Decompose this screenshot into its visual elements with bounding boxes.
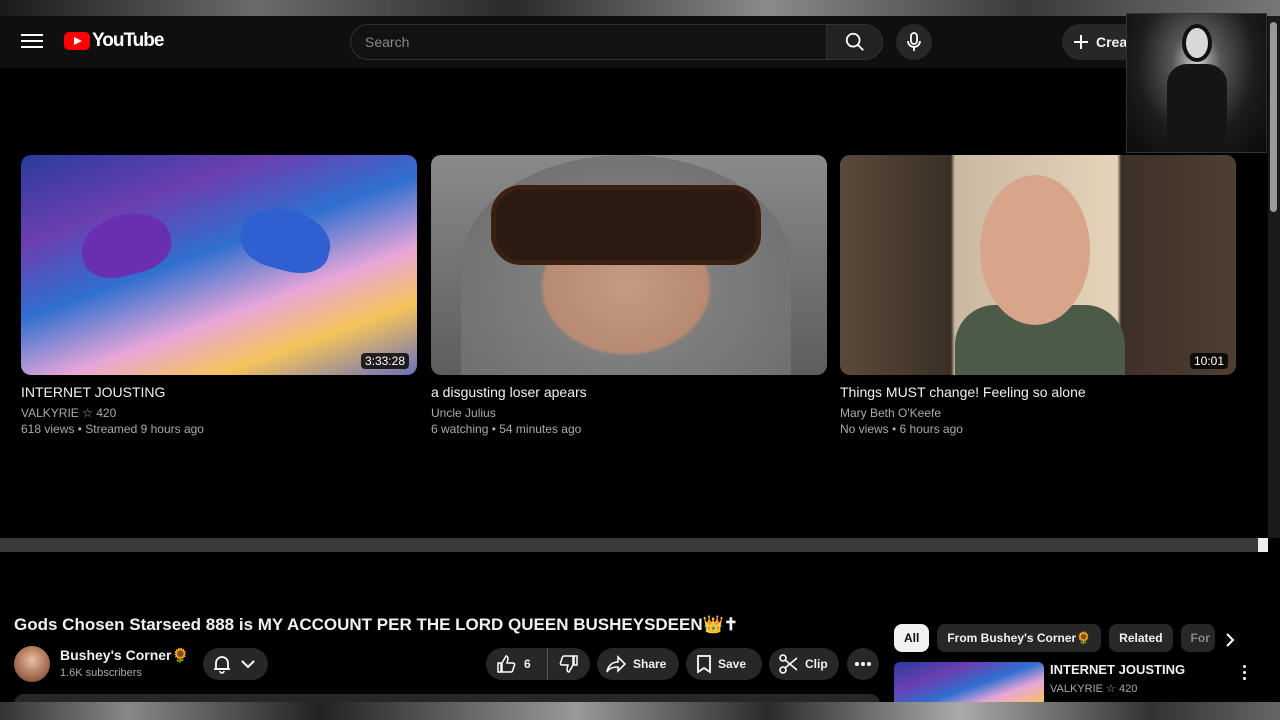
notification-button[interactable] (203, 648, 268, 680)
save-button[interactable]: Save (686, 648, 762, 680)
like-count: 6 (524, 657, 531, 671)
desktop-background-strip (0, 702, 1280, 720)
search-button[interactable] (827, 24, 883, 60)
like-dislike-group: 6 (486, 648, 590, 680)
desktop-background-strip (0, 0, 1280, 16)
sunglasses-image (491, 185, 761, 265)
video-thumbnail[interactable]: 10:01 (840, 155, 1236, 375)
channel-name[interactable]: VALKYRIE ☆ 420 (21, 405, 417, 421)
chip-all[interactable]: All (894, 624, 930, 652)
duration-badge: 10:01 (1189, 353, 1228, 369)
video-card[interactable]: 3:33:28 INTERNET JOUSTING VALKYRIE ☆ 420… (21, 155, 417, 437)
raven-image (234, 199, 338, 281)
more-actions-button[interactable] (847, 648, 879, 680)
video-stats: No views • 6 hours ago (840, 422, 963, 436)
video-title[interactable]: INTERNET JOUSTING (21, 383, 417, 401)
more-horizontal-icon (855, 662, 871, 666)
clip-button[interactable]: Clip (769, 648, 839, 680)
menu-icon[interactable] (18, 30, 46, 54)
thumbs-up-icon (497, 655, 516, 673)
watch-channel-name[interactable]: Bushey's Corner🌻 (60, 647, 189, 664)
channel-name[interactable]: Mary Beth O'Keefe (840, 405, 1236, 421)
recommendation-title[interactable]: INTERNET JOUSTING (1050, 662, 1185, 677)
play-logo-icon (64, 32, 90, 50)
person-face-image (980, 175, 1090, 325)
raven-image (74, 204, 178, 286)
video-title[interactable]: a disgusting loser apears (431, 383, 827, 401)
share-button[interactable]: Share (597, 648, 679, 680)
recommendation-thumbnail[interactable] (894, 662, 1044, 704)
search-input[interactable] (350, 24, 827, 60)
video-card[interactable]: 10:01 Things MUST change! Feeling so alo… (840, 155, 1236, 437)
scissors-icon (779, 654, 798, 674)
masthead: YouTube Create (0, 16, 1268, 68)
clip-label: Clip (805, 657, 828, 671)
logo-text: YouTube (92, 30, 164, 51)
video-thumbnail[interactable]: 3:33:28 (21, 155, 417, 375)
webcam-person (1167, 64, 1227, 152)
video-title[interactable]: Things MUST change! Feeling so alone (840, 383, 1236, 401)
youtube-logo[interactable]: YouTube (64, 30, 164, 52)
subscriber-count: 1.6K subscribers (60, 667, 142, 679)
more-vertical-icon[interactable] (1236, 662, 1252, 682)
plus-icon (1074, 35, 1088, 49)
recommendation-filter-chips: All From Bushey's Corner🌻 Related For (894, 624, 1215, 652)
chip-related[interactable]: Related (1109, 624, 1173, 652)
watch-video-title: Gods Chosen Starseed 888 is MY ACCOUNT P… (14, 615, 739, 634)
share-label: Share (633, 657, 667, 671)
channel-avatar[interactable] (14, 646, 50, 682)
page-scrollbar[interactable] (1268, 16, 1280, 538)
video-stats: 6 watching • 54 minutes ago (431, 422, 582, 436)
scrollbar-thumb[interactable] (1270, 22, 1277, 212)
bookmark-icon (697, 655, 711, 674)
microphone-icon (907, 32, 921, 51)
chip-for-you[interactable]: For (1180, 624, 1215, 652)
webcam-person-head (1182, 24, 1212, 62)
video-card[interactable]: a disgusting loser apears Uncle Julius 6… (431, 155, 827, 437)
video-stats: 618 views • Streamed 9 hours ago (21, 422, 204, 436)
thumbs-down-icon (559, 655, 578, 673)
chevron-right-icon[interactable] (1220, 630, 1240, 650)
video-thumbnail[interactable] (431, 155, 827, 375)
save-label: Save (718, 657, 747, 671)
dislike-button[interactable] (548, 654, 590, 674)
share-icon (606, 655, 627, 673)
window-divider (0, 538, 1268, 552)
recommendation-channel[interactable]: VALKYRIE ☆ 420 (1050, 682, 1137, 695)
duration-badge: 3:33:28 (360, 353, 409, 369)
search-icon (845, 32, 864, 51)
chip-from-channel[interactable]: From Bushey's Corner🌻 (937, 624, 1102, 652)
channel-name[interactable]: Uncle Julius (431, 405, 827, 421)
divider-end (1258, 538, 1268, 552)
search-bar (350, 24, 883, 60)
bell-icon (214, 656, 230, 674)
like-button[interactable]: 6 (486, 648, 548, 680)
chevron-down-icon (241, 660, 255, 669)
webcam-overlay (1126, 13, 1267, 153)
voice-search-button[interactable] (896, 24, 932, 60)
